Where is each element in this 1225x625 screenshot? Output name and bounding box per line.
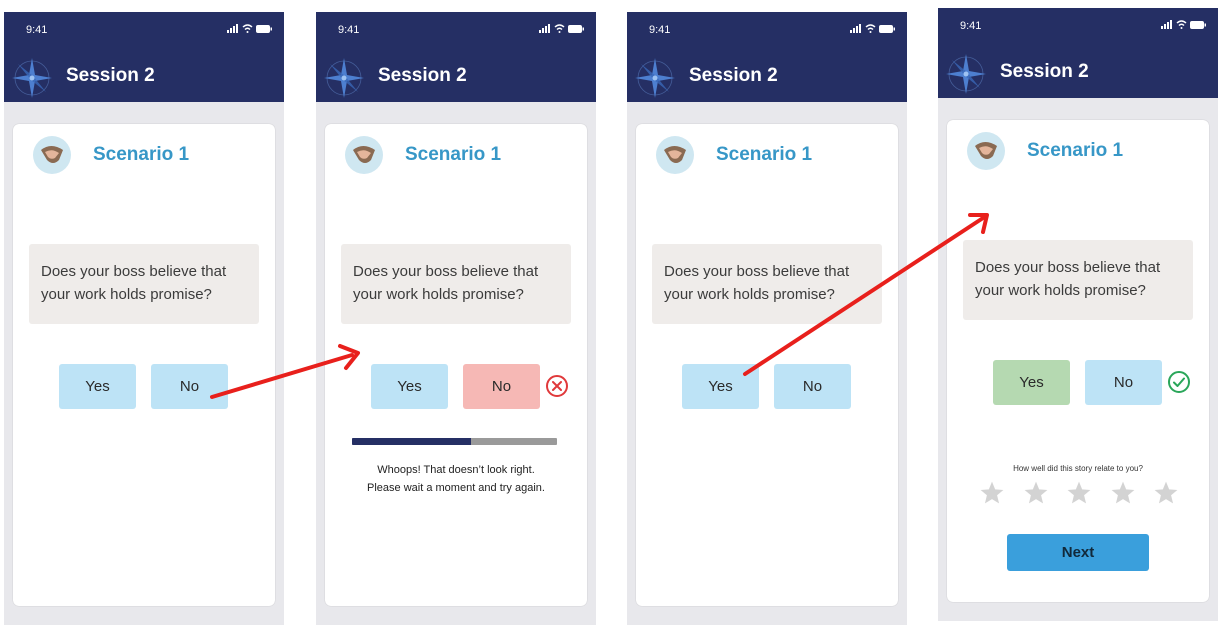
battery-icon: [256, 24, 272, 33]
compass-logo-icon: [12, 58, 52, 98]
battery-icon: [879, 24, 895, 33]
scenario-card: Scenario 1 Does your boss believe that y…: [947, 120, 1209, 602]
question-box: Does your boss believe that your work ho…: [29, 244, 259, 324]
scenario-title: Scenario 1: [405, 144, 502, 165]
status-bar: 9:41: [627, 12, 907, 54]
yes-button[interactable]: Yes: [371, 364, 448, 409]
scenario-card: Scenario 1 Does your boss believe that y…: [325, 124, 587, 606]
question-box: Does your boss believe that your work ho…: [341, 244, 571, 324]
scenario-avatar: [345, 136, 383, 174]
question-text: Does your boss believe that your work ho…: [664, 263, 850, 303]
scenario-title: Scenario 1: [1027, 140, 1124, 161]
phone-screen-1: 9:41 Session 2 Scenario 1 Does your boss…: [4, 12, 284, 625]
scenario-avatar: [33, 136, 71, 174]
question-text: Does your boss believe that your work ho…: [41, 263, 227, 303]
app-header: Session 2: [316, 54, 596, 102]
scenario-card: Scenario 1 Does your boss believe that y…: [13, 124, 275, 606]
star-icon[interactable]: [1110, 480, 1136, 506]
star-icon[interactable]: [1066, 480, 1092, 506]
check-circle-icon: [1168, 371, 1190, 393]
battery-icon: [568, 24, 584, 33]
system-icons: [539, 24, 584, 33]
question-text: Does your boss believe that your work ho…: [975, 259, 1161, 299]
status-bar: 9:41: [316, 12, 596, 54]
scenario-avatar: [967, 132, 1005, 170]
phone-screen-3: 9:41 Session 2 Scenario 1 Does your boss…: [627, 12, 907, 625]
question-box: Does your boss believe that your work ho…: [963, 240, 1193, 320]
status-time: 9:41: [26, 24, 48, 36]
status-time: 9:41: [960, 20, 982, 32]
system-icons: [850, 24, 895, 33]
compass-logo-icon: [946, 54, 986, 94]
compass-logo-icon: [324, 58, 364, 98]
status-bar: 9:41: [938, 8, 1218, 50]
app-header: Session 2: [4, 54, 284, 102]
status-bar: 9:41: [4, 12, 284, 54]
no-button[interactable]: No: [1085, 360, 1162, 405]
rating-prompt: How well did this story relate to you?: [1013, 464, 1143, 473]
next-button[interactable]: Next: [1007, 534, 1149, 571]
question-box: Does your boss believe that your work ho…: [652, 244, 882, 324]
status-time: 9:41: [649, 24, 671, 36]
scenario-title: Scenario 1: [93, 144, 190, 165]
error-message: Whoops! That doesn’t look right. Please …: [325, 461, 587, 497]
app-header: Session 2: [627, 54, 907, 102]
no-button-wrong[interactable]: No: [463, 364, 540, 409]
header-title: Session 2: [378, 65, 467, 86]
battery-icon: [1190, 20, 1206, 29]
phone-screen-2: 9:41 Session 2 Scenario 1 Does your boss…: [316, 12, 596, 625]
star-icon[interactable]: [1153, 480, 1179, 506]
scenario-avatar: [656, 136, 694, 174]
error-circle-icon: [546, 375, 568, 397]
scenario-title: Scenario 1: [716, 144, 813, 165]
yes-button[interactable]: Yes: [682, 364, 759, 409]
status-time: 9:41: [338, 24, 360, 36]
header-title: Session 2: [689, 65, 778, 86]
scenario-card: Scenario 1 Does your boss believe that y…: [636, 124, 898, 606]
header-title: Session 2: [1000, 61, 1089, 82]
signal-icon: [539, 24, 550, 33]
yes-button[interactable]: Yes: [59, 364, 136, 409]
error-line-2: Please wait a moment and try again.: [367, 482, 545, 494]
error-line-1: Whoops! That doesn’t look right.: [377, 464, 535, 476]
signal-icon: [227, 24, 238, 33]
phone-screen-4: 9:41 Session 2 Scenario 1 Does your boss…: [938, 8, 1218, 621]
no-button[interactable]: No: [151, 364, 228, 409]
wifi-icon: [865, 24, 876, 33]
question-text: Does your boss believe that your work ho…: [353, 263, 539, 303]
wait-progress-fill: [352, 438, 471, 445]
app-header: Session 2: [938, 50, 1218, 98]
system-icons: [1161, 20, 1206, 29]
wifi-icon: [1176, 20, 1187, 29]
star-icon[interactable]: [1023, 480, 1049, 506]
wait-progress-bar: [352, 438, 557, 445]
signal-icon: [1161, 20, 1172, 29]
signal-icon: [850, 24, 861, 33]
compass-logo-icon: [635, 58, 675, 98]
no-button[interactable]: No: [774, 364, 851, 409]
wifi-icon: [554, 24, 565, 33]
system-icons: [227, 24, 272, 33]
star-rating[interactable]: [979, 480, 1179, 506]
header-title: Session 2: [66, 65, 155, 86]
yes-button-correct[interactable]: Yes: [993, 360, 1070, 405]
wifi-icon: [242, 24, 253, 33]
star-icon[interactable]: [979, 480, 1005, 506]
